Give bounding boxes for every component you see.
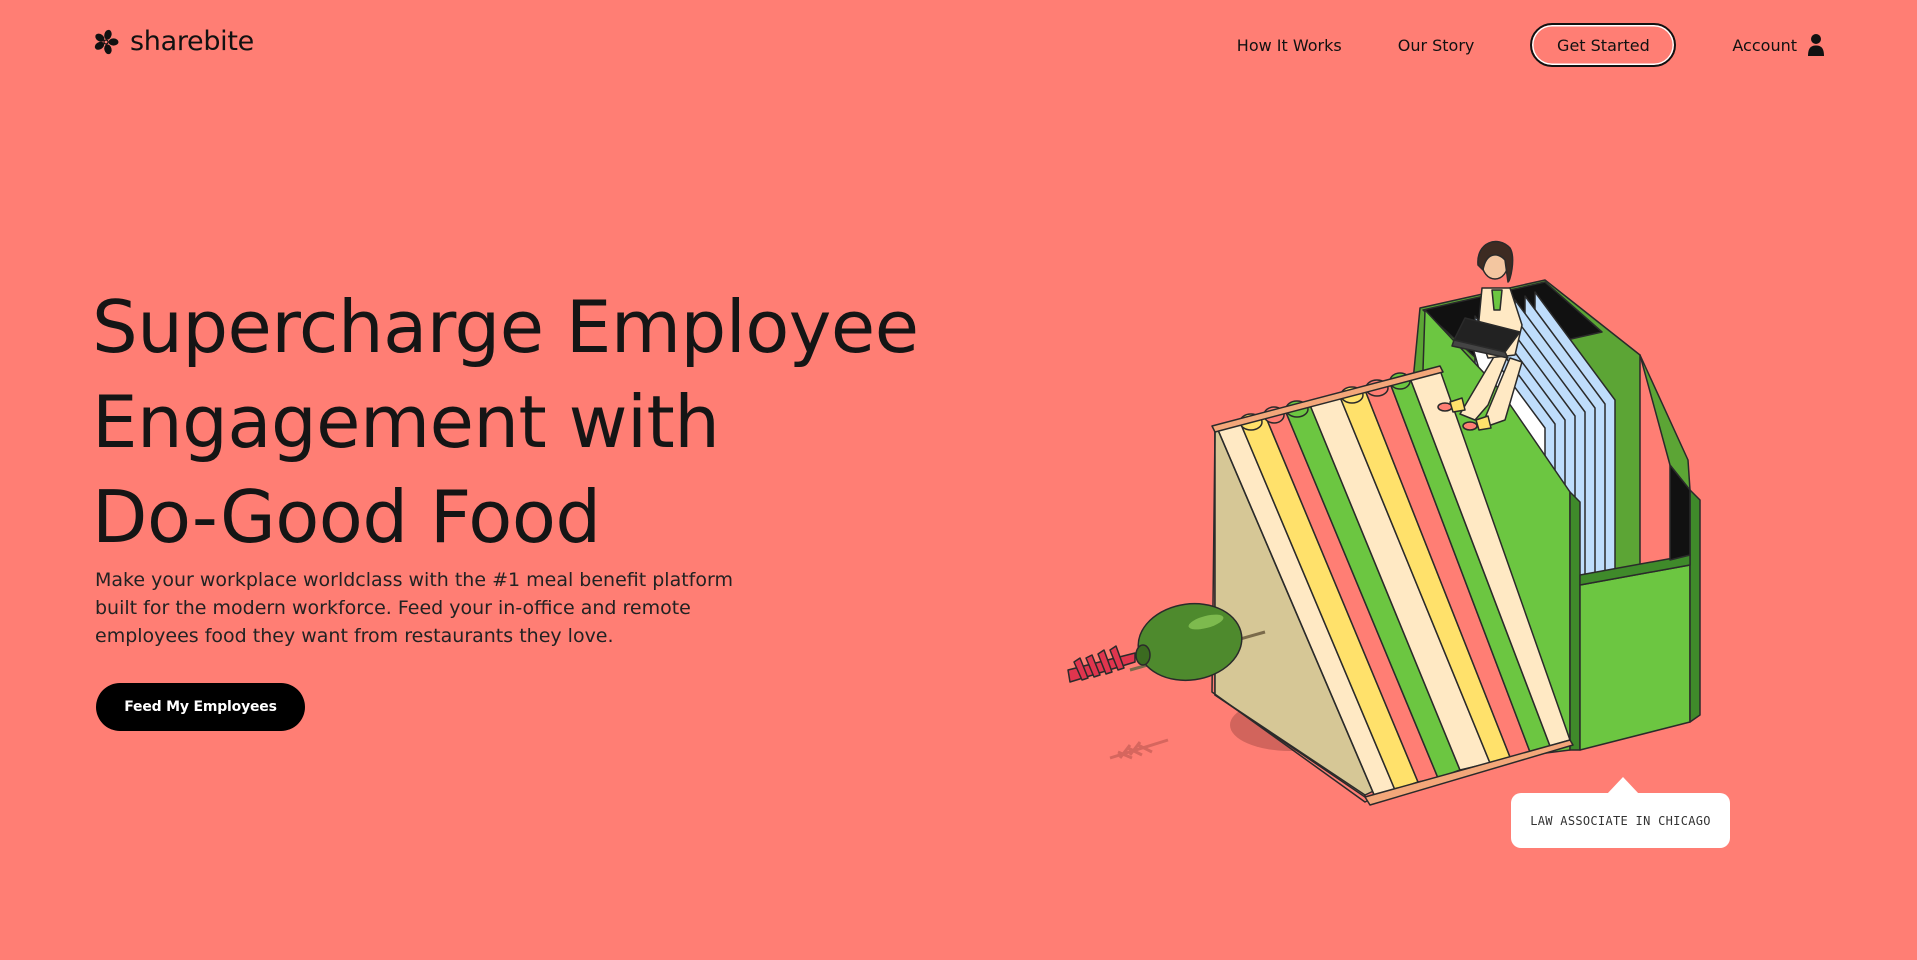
main-nav: How It Works Our Story Get Started Accou… xyxy=(1237,23,1825,67)
caption-text: LAW ASSOCIATE IN CHICAGO xyxy=(1530,813,1711,828)
feed-my-employees-button[interactable]: Feed My Employees xyxy=(96,683,305,731)
sandwich-illustration xyxy=(1067,240,1701,806)
hero-title-line-3: Do-Good Food xyxy=(92,475,601,559)
get-started-button[interactable]: Get Started xyxy=(1530,23,1677,67)
hero-title-line-2: Engagement with xyxy=(92,380,720,464)
hero-title: Supercharge Employee Engagement with Do-… xyxy=(92,280,1072,565)
nav-link-how-it-works[interactable]: How It Works xyxy=(1237,36,1342,55)
nav-link-our-story[interactable]: Our Story xyxy=(1398,36,1475,55)
account-label: Account xyxy=(1732,35,1797,55)
brand-name: sharebite xyxy=(130,26,254,57)
brand-logo[interactable]: sharebite xyxy=(92,26,254,57)
hero-description: Make your workplace worldclass with the … xyxy=(95,569,733,647)
person-icon xyxy=(1808,34,1824,56)
site-header: sharebite How It Works Our Story Get Sta… xyxy=(0,0,1917,96)
hero-illustration xyxy=(1040,230,1760,830)
account-link[interactable]: Account xyxy=(1732,33,1825,57)
caption-bubble: LAW ASSOCIATE IN CHICAGO xyxy=(1511,777,1730,848)
hero-title-line-1: Supercharge Employee xyxy=(92,285,919,369)
flower-logo-icon xyxy=(94,29,119,54)
